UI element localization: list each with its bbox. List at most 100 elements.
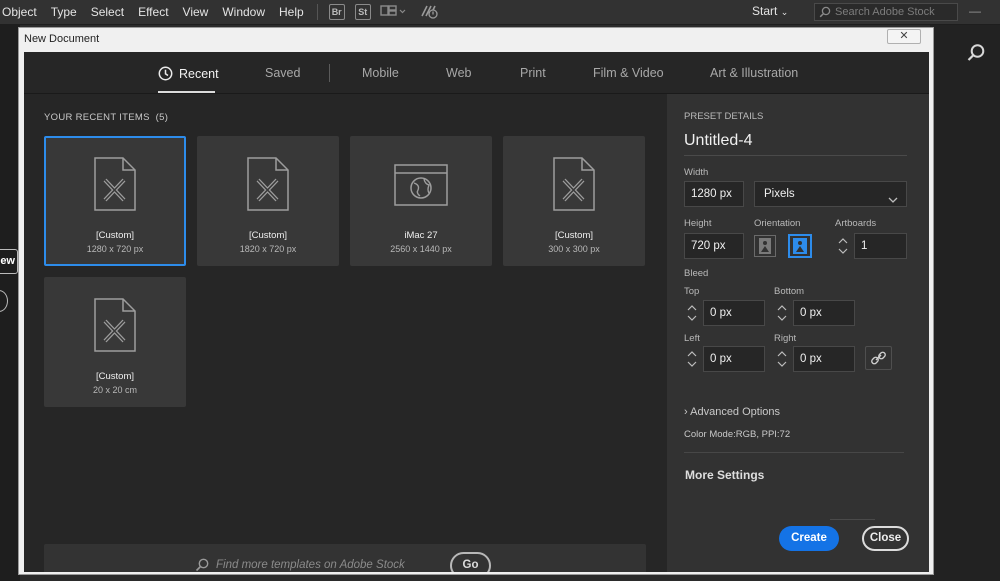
- artboards-input[interactable]: 1: [854, 233, 907, 259]
- bottom-label: Bottom: [774, 286, 805, 297]
- document-pencil-icon: [93, 297, 137, 358]
- gpu-performance-icon[interactable]: [420, 2, 440, 23]
- chevron-down-icon: [888, 189, 898, 213]
- template-search-input[interactable]: Find more templates on Adobe Stock: [216, 556, 440, 572]
- right-stepper[interactable]: [775, 346, 795, 372]
- bridge-badge[interactable]: Br: [328, 4, 345, 20]
- stock-search-input[interactable]: Search Adobe Stock: [814, 3, 958, 21]
- stock-badge[interactable]: St: [354, 4, 371, 20]
- artboards-label: Artboards: [835, 218, 877, 229]
- link-bleed-icon[interactable]: [865, 346, 892, 370]
- bleed-top-input[interactable]: 0 px: [703, 300, 765, 326]
- close-button[interactable]: Close: [862, 526, 909, 551]
- menu-type[interactable]: Type: [44, 5, 84, 19]
- tab-divider: [329, 64, 330, 82]
- workspace-layout-icon[interactable]: [380, 4, 406, 21]
- recent-items-heading: YOUR RECENT ITEMS (5): [44, 112, 168, 123]
- menu-object[interactable]: Object: [0, 5, 44, 19]
- tab-mobile[interactable]: Mobile: [362, 66, 399, 80]
- left-label: Left: [684, 333, 700, 344]
- recent-item-name: [Custom]: [248, 230, 287, 241]
- recent-item-card[interactable]: [Custom] 300 x 300 px: [503, 136, 645, 266]
- preset-details-pane: PRESET DETAILS Untitled-4 Width 1280 px …: [667, 94, 929, 572]
- right-label: Right: [774, 333, 797, 344]
- recent-item-name: [Custom]: [95, 371, 134, 382]
- artboards-stepper[interactable]: [836, 233, 856, 259]
- width-label: Width: [684, 167, 709, 178]
- menu-divider: [316, 4, 318, 20]
- go-button[interactable]: Go: [450, 552, 491, 572]
- chevron-down-icon: ⌄: [780, 7, 789, 17]
- tab-art-illustration[interactable]: Art & Illustration: [710, 66, 798, 80]
- bleed-label: Bleed: [684, 268, 709, 279]
- height-label: Height: [684, 218, 712, 229]
- left-stepper[interactable]: [685, 346, 705, 372]
- units-value: Pixels: [764, 188, 795, 200]
- browser-globe-icon: [394, 164, 448, 211]
- active-tab-indicator: [158, 91, 215, 93]
- document-name-input[interactable]: Untitled-4: [684, 132, 907, 156]
- dialog-title: New Document: [24, 33, 100, 45]
- tab-recent[interactable]: Recent: [158, 66, 219, 84]
- advanced-options-toggle[interactable]: › Advanced Options: [684, 406, 780, 418]
- orientation-label: Orientation: [754, 218, 801, 229]
- stock-search-placeholder: Search Adobe Stock: [835, 6, 935, 18]
- bottom-stepper[interactable]: [775, 300, 795, 326]
- recent-item-card[interactable]: [Custom] 1820 x 720 px: [197, 136, 339, 266]
- recent-item-name: [Custom]: [95, 230, 134, 241]
- recent-item-dims: 20 x 20 cm: [92, 385, 138, 395]
- advanced-options-label: Advanced Options: [690, 406, 781, 418]
- recent-item-dims: 1820 x 720 px: [239, 244, 297, 254]
- height-input[interactable]: 720 px: [684, 233, 744, 259]
- background-new-button[interactable]: ew: [0, 249, 18, 274]
- recent-item-dims: 2560 x 1440 px: [390, 244, 452, 254]
- new-document-dialog: New Document ✕ Recent Saved Mobile Web P…: [18, 27, 934, 575]
- document-pencil-icon: [552, 156, 596, 217]
- tab-saved[interactable]: Saved: [265, 66, 300, 80]
- dialog-body: Recent Saved Mobile Web Print Film & Vid…: [24, 52, 929, 572]
- search-icon[interactable]: [966, 43, 986, 68]
- search-icon: [195, 558, 209, 572]
- recent-item-card[interactable]: [Custom] 1280 x 720 px: [44, 136, 186, 266]
- menu-select[interactable]: Select: [84, 5, 131, 19]
- menu-window[interactable]: Window: [215, 5, 272, 19]
- more-settings-button[interactable]: More Settings: [685, 468, 764, 482]
- recent-heading-text: YOUR RECENT ITEMS: [44, 112, 150, 123]
- tab-recent-label: Recent: [179, 67, 219, 81]
- recent-item-dims: 1280 x 720 px: [86, 244, 144, 254]
- bleed-left-input[interactable]: 0 px: [703, 346, 765, 372]
- minimize-window-icon[interactable]: —: [968, 5, 982, 17]
- top-label: Top: [684, 286, 700, 297]
- recent-item-name: iMac 27: [404, 230, 438, 241]
- top-stepper[interactable]: [685, 300, 705, 326]
- recent-item-card[interactable]: iMac 27 2560 x 1440 px: [350, 136, 492, 266]
- bleed-bottom-input[interactable]: 0 px: [793, 300, 855, 326]
- menu-effect[interactable]: Effect: [131, 5, 175, 19]
- divider: [684, 452, 904, 453]
- divider: [830, 519, 875, 520]
- recent-count: (5): [155, 112, 169, 123]
- tab-film-video[interactable]: Film & Video: [593, 66, 664, 80]
- menu-view[interactable]: View: [176, 5, 216, 19]
- landscape-orientation-icon[interactable]: [788, 234, 812, 258]
- create-button[interactable]: Create: [779, 526, 839, 551]
- template-search-bar: Find more templates on Adobe Stock Go: [44, 544, 646, 572]
- recent-items-pane: YOUR RECENT ITEMS (5) [Custom] 1280 x 72…: [24, 94, 666, 572]
- chevron-right-icon: ›: [684, 406, 688, 418]
- workspace-switcher[interactable]: Start ⌄: [752, 4, 788, 18]
- tab-web[interactable]: Web: [446, 66, 471, 80]
- close-icon[interactable]: ✕: [887, 29, 921, 44]
- recent-item-dims: 300 x 300 px: [548, 244, 600, 254]
- width-input[interactable]: 1280 px: [684, 181, 744, 207]
- tab-print[interactable]: Print: [520, 66, 546, 80]
- units-dropdown[interactable]: Pixels: [754, 181, 907, 207]
- search-icon: [819, 6, 831, 23]
- preset-details-heading: PRESET DETAILS: [684, 111, 764, 122]
- portrait-orientation-icon[interactable]: [754, 235, 776, 257]
- bleed-right-input[interactable]: 0 px: [793, 346, 855, 372]
- document-pencil-icon: [93, 156, 137, 217]
- recent-item-card[interactable]: [Custom] 20 x 20 cm: [44, 277, 186, 407]
- recent-item-name: [Custom]: [554, 230, 593, 241]
- clock-icon: [158, 66, 173, 84]
- menu-help[interactable]: Help: [272, 5, 311, 19]
